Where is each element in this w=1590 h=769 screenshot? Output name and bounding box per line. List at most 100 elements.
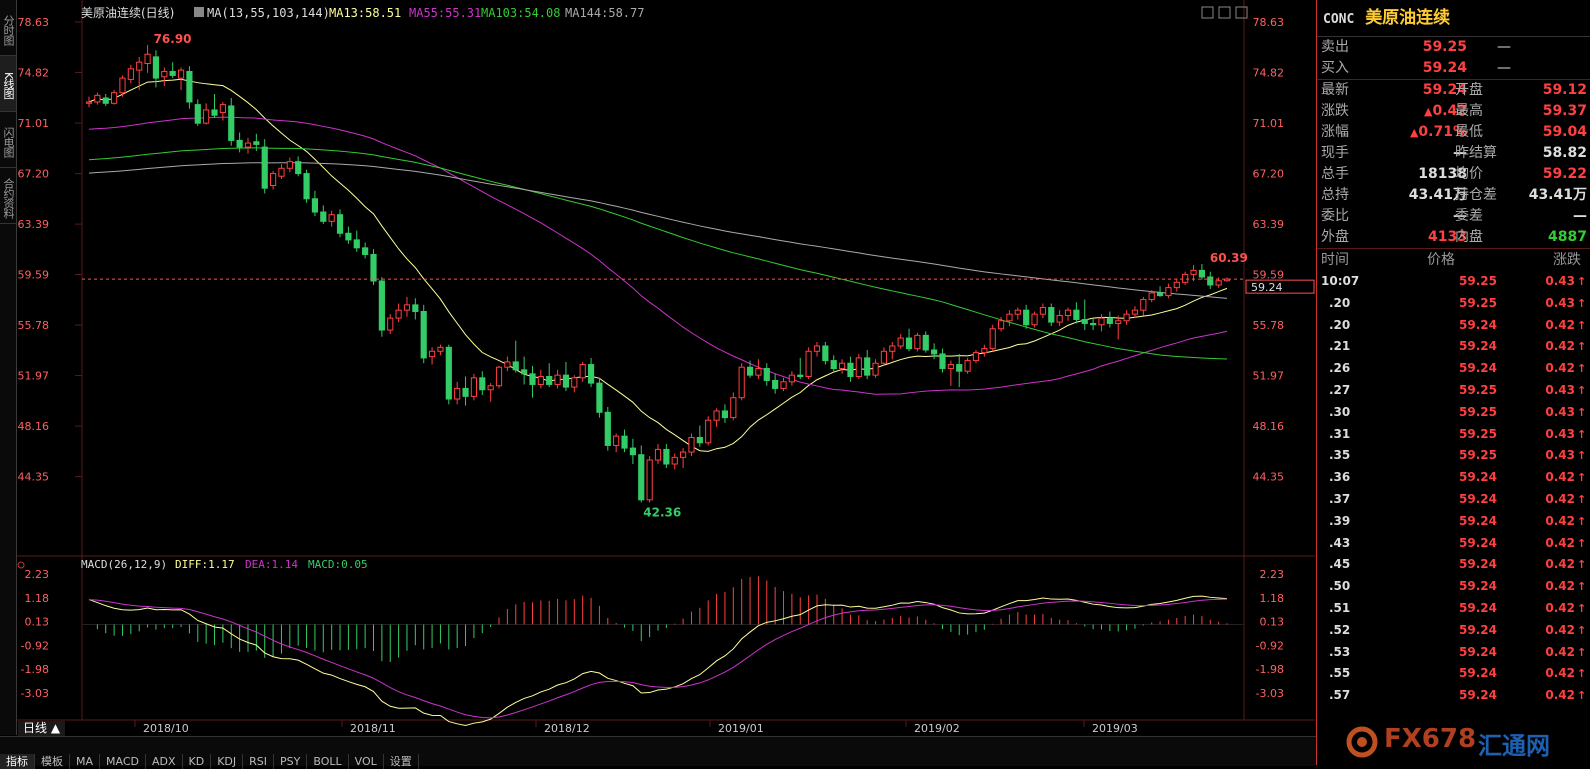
- candle-body: [813, 345, 821, 352]
- indicator-tab[interactable]: 模板: [35, 754, 70, 769]
- candle-body: [621, 435, 628, 449]
- period-selector[interactable]: 日线 ▲: [18, 721, 66, 736]
- indicator-tab[interactable]: RSI: [243, 754, 275, 769]
- macd-tick-label: 0.13: [1260, 616, 1285, 629]
- chart-title: 美原油连续(日线): [81, 5, 174, 20]
- ticks-time-header: 时间: [1321, 252, 1349, 268]
- candle-body: [119, 77, 126, 94]
- tick-list[interactable]: 10:07 59.25 0.43 ↑ .20 59.25 0.43 ↑ .20 59.24 0.42…: [1317, 271, 1590, 707]
- candle-body: [378, 280, 385, 331]
- candle-body: [964, 360, 971, 372]
- indicator-tab[interactable]: BOLL: [307, 754, 349, 769]
- candle-body: [1031, 313, 1038, 326]
- tick-change: 0.42: [1545, 470, 1575, 485]
- ask-row: 卖出 59.25 —: [1317, 37, 1590, 58]
- indicator-tab[interactable]: PSY: [274, 754, 308, 769]
- side-tab-kline[interactable]: K线图: [0, 56, 16, 112]
- candle-body: [763, 368, 770, 381]
- candle-body: [1106, 317, 1113, 324]
- tick-price: 59.25: [1459, 448, 1497, 463]
- up-arrow-icon: ↑: [1577, 623, 1587, 637]
- tick-row: .52 59.24 0.42 ↑: [1317, 620, 1590, 642]
- candle-body: [228, 105, 235, 141]
- up-arrow-icon: ↑: [1577, 558, 1587, 572]
- candle-body: [1115, 320, 1122, 324]
- indicator-tab[interactable]: 指标: [0, 754, 35, 769]
- up-arrow-icon: ↑: [1577, 514, 1587, 528]
- side-tab-flash[interactable]: 闪电图: [0, 112, 16, 168]
- candle: [495, 365, 503, 389]
- indicator-tab[interactable]: ADX: [146, 754, 183, 769]
- candle: [261, 139, 268, 194]
- indicator-tab[interactable]: 设置: [384, 754, 419, 769]
- tick-change: 0.43: [1545, 274, 1575, 288]
- stat-label: 委差: [1455, 208, 1483, 224]
- price-tick-label: 51.97: [1253, 370, 1285, 383]
- candle-body: [278, 167, 285, 177]
- tick-time: .53: [1329, 644, 1351, 659]
- tick-price: 59.25: [1459, 295, 1497, 310]
- candle-body: [102, 97, 109, 104]
- candle-body: [479, 377, 486, 391]
- macd-tick-label: -0.92: [21, 639, 49, 652]
- tick-price: 59.24: [1459, 579, 1497, 594]
- candle-body: [931, 349, 938, 355]
- price-tick-label: 63.39: [1253, 218, 1285, 231]
- macd-tick-label: -0.92: [1256, 639, 1284, 652]
- tick-time: .37: [1329, 491, 1351, 506]
- tick-row: .30 59.25 0.43 ↑: [1317, 402, 1590, 424]
- indicator-icon[interactable]: [194, 7, 204, 17]
- indicator-tab[interactable]: KD: [183, 754, 212, 769]
- stat-label: 现手: [1321, 145, 1349, 161]
- candle: [378, 277, 385, 337]
- bid-label: 买入: [1321, 60, 1349, 76]
- stat-label: 均价: [1455, 166, 1483, 182]
- indicator-tab[interactable]: VOL: [349, 754, 384, 769]
- candle-body: [880, 350, 888, 364]
- stat-value: ▲0.42: [1423, 103, 1467, 119]
- candle-body: [428, 350, 436, 358]
- candle-body: [462, 387, 469, 397]
- up-arrow-icon: ↑: [1577, 645, 1587, 659]
- indicator-tab[interactable]: MA: [70, 754, 101, 769]
- date-label: 2018/12: [544, 722, 590, 735]
- side-tab-contract-info[interactable]: 合约资料: [0, 168, 16, 224]
- ask-price: 59.25: [1422, 39, 1467, 55]
- tick-change: 0.42: [1545, 666, 1575, 681]
- symbol-code: CONC: [1323, 12, 1355, 27]
- candle-body: [521, 369, 528, 375]
- ma55-value: MA55:55.31: [409, 6, 481, 20]
- stat-value: 58.82: [1542, 145, 1587, 161]
- ma13-value: MA13:58.51: [329, 6, 401, 20]
- tick-price: 59.25: [1459, 404, 1497, 419]
- macd-tick-label: -1.98: [1256, 663, 1284, 676]
- price-tick-label: 51.97: [18, 370, 50, 383]
- candle-body: [395, 309, 402, 319]
- ask-volume: —: [1497, 39, 1511, 55]
- stat-value: 18138: [1418, 166, 1467, 182]
- indicator-tab[interactable]: KDJ: [211, 754, 244, 769]
- candle-body: [152, 56, 160, 79]
- side-tab-intraday[interactable]: 分时图: [0, 0, 16, 56]
- tick-change: 0.43: [1545, 426, 1575, 441]
- candle-body: [646, 459, 653, 501]
- candle-body: [529, 373, 536, 385]
- candle: [646, 456, 653, 503]
- candle-body: [1131, 309, 1139, 315]
- stat-value: 4887: [1548, 229, 1587, 245]
- tick-change: 0.42: [1545, 491, 1575, 506]
- candle-body: [838, 362, 846, 370]
- stat-value: 59.04: [1542, 124, 1587, 140]
- tick-row: .27 59.25 0.43 ↑: [1317, 380, 1590, 402]
- stat-label: 总手: [1321, 166, 1349, 182]
- candle-body: [445, 346, 452, 400]
- candle-body: [688, 436, 695, 453]
- candle-body: [186, 70, 193, 103]
- candle-body: [587, 364, 595, 384]
- kline-chart[interactable]: 美原油连续(日线) MA(13,55,103,144) MA13:58.51 M…: [17, 0, 1315, 736]
- stat-value: 59.24: [1422, 82, 1467, 98]
- candle-body: [654, 448, 662, 461]
- candle-body: [454, 387, 461, 400]
- candle: [420, 304, 427, 364]
- indicator-tab[interactable]: MACD: [100, 754, 146, 769]
